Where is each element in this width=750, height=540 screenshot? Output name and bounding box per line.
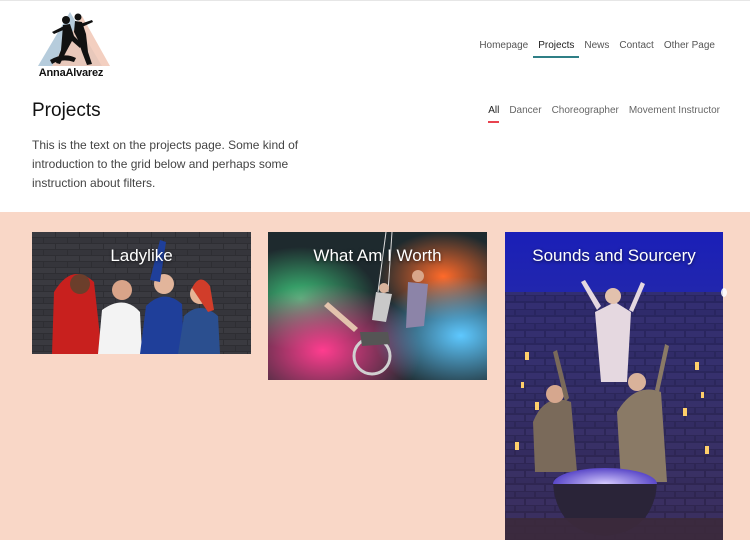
project-title: Ladylike bbox=[110, 246, 173, 265]
logo-dancers-icon bbox=[38, 12, 110, 66]
nav-item-homepage[interactable]: Homepage bbox=[474, 39, 533, 58]
project-title: What Am I Worth bbox=[313, 246, 442, 265]
main-nav: Homepage Projects News Contact Other Pag… bbox=[474, 39, 720, 58]
nav-item-news[interactable]: News bbox=[579, 39, 614, 58]
filter-choreographer[interactable]: Choreographer bbox=[552, 104, 619, 123]
project-card-sounds-and-sourcery[interactable]: Sounds and Sourcery bbox=[505, 232, 723, 540]
nav-item-contact[interactable]: Contact bbox=[614, 39, 658, 58]
filter-all[interactable]: All bbox=[488, 104, 500, 123]
nav-item-other-page[interactable]: Other Page bbox=[659, 39, 720, 58]
project-image bbox=[505, 232, 723, 540]
top-divider bbox=[0, 0, 750, 1]
filter-dancer[interactable]: Dancer bbox=[509, 104, 541, 123]
nav-item-projects[interactable]: Projects bbox=[533, 39, 580, 58]
project-card-what-am-i-worth[interactable]: What Am I Worth bbox=[268, 232, 487, 380]
intro-text: This is the text on the projects page. S… bbox=[32, 138, 299, 190]
logo-text: AnnaAlvarez bbox=[38, 67, 104, 79]
filter-bar: All Dancer Choreographer Movement Instru… bbox=[488, 104, 720, 123]
scroll-indicator-dot bbox=[721, 288, 727, 297]
site-logo[interactable]: AnnaAlvarez bbox=[30, 8, 112, 84]
filter-movement-instructor[interactable]: Movement Instructor bbox=[629, 104, 720, 123]
project-card-ladylike[interactable]: Ladylike bbox=[32, 232, 251, 354]
project-title: Sounds and Sourcery bbox=[532, 246, 696, 265]
page: AnnaAlvarez Homepage Projects News Conta… bbox=[0, 0, 750, 540]
page-title: Projects bbox=[32, 100, 101, 121]
